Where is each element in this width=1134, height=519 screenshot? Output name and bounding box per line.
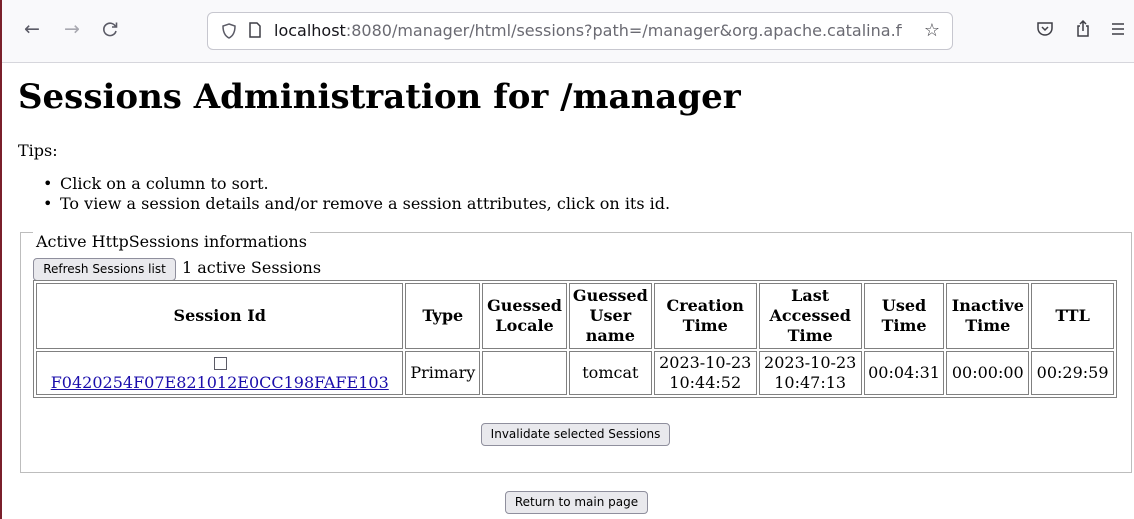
session-id-link[interactable]: F0420254F07E821012E0CC198FAFE103 bbox=[51, 373, 389, 392]
page-title: Sessions Administration for /manager bbox=[18, 77, 741, 117]
shield-icon[interactable] bbox=[221, 23, 237, 39]
session-last-accessed-cell: 2023-10-23 10:47:13 bbox=[758, 351, 862, 395]
window-edge bbox=[0, 0, 2, 519]
session-id-cell: F0420254F07E821012E0CC198FAFE103 bbox=[36, 351, 404, 395]
table-row: F0420254F07E821012E0CC198FAFE103 Primary… bbox=[36, 351, 1114, 395]
sessions-legend: Active HttpSessions informations bbox=[33, 232, 310, 252]
sessions-table: Session Id Type Guessed Locale Guessed Use… bbox=[33, 280, 1117, 398]
return-main-page-button[interactable]: Return to main page bbox=[505, 491, 648, 514]
url-path: :8080/manager/html/sessions?path=/manage… bbox=[345, 21, 902, 40]
session-select-checkbox[interactable] bbox=[214, 357, 228, 370]
col-session-id[interactable]: Session Id bbox=[36, 283, 404, 349]
menu-icon[interactable] bbox=[1108, 19, 1128, 39]
refresh-sessions-button[interactable]: Refresh Sessions list bbox=[33, 258, 176, 281]
col-creation-time[interactable]: Creation Time bbox=[653, 283, 757, 349]
tip-item: To view a session details and/or remove … bbox=[40, 194, 670, 214]
session-inactive-cell: 00:00:00 bbox=[946, 351, 1030, 395]
session-user-cell: tomcat bbox=[568, 351, 652, 395]
url-host: localhost bbox=[274, 21, 346, 40]
table-header-row: Session Id Type Guessed Locale Guessed Use… bbox=[36, 283, 1114, 349]
tip-item: Click on a column to sort. bbox=[40, 174, 670, 194]
col-guessed-locale[interactable]: Guessed Locale bbox=[482, 283, 567, 349]
pocket-icon[interactable] bbox=[1035, 19, 1055, 39]
share-icon[interactable] bbox=[1073, 19, 1093, 39]
session-creation-cell: 2023-10-23 10:44:52 bbox=[653, 351, 757, 395]
url-bar[interactable]: localhost:8080/manager/html/sessions?pat… bbox=[207, 12, 953, 50]
tips-label: Tips: bbox=[18, 141, 58, 160]
active-sessions-count: 1 active Sessions bbox=[182, 258, 322, 277]
bookmark-star-icon[interactable]: ☆ bbox=[924, 21, 940, 41]
col-type[interactable]: Type bbox=[405, 283, 481, 349]
forward-icon[interactable]: → bbox=[60, 17, 84, 41]
session-ttl-cell: 00:29:59 bbox=[1031, 351, 1114, 395]
session-used-cell: 00:04:31 bbox=[863, 351, 945, 395]
reload-icon[interactable] bbox=[98, 17, 122, 41]
url-text[interactable]: localhost:8080/manager/html/sessions?pat… bbox=[274, 21, 902, 41]
col-last-accessed[interactable]: Last Accessed Time bbox=[758, 283, 862, 349]
session-locale-cell bbox=[482, 351, 567, 395]
browser-toolbar: ← → localhost:8080/manager/html/sessions… bbox=[2, 0, 1134, 63]
col-ttl[interactable]: TTL bbox=[1031, 283, 1114, 349]
col-used-time[interactable]: Used Time bbox=[863, 283, 945, 349]
invalidate-sessions-button[interactable]: Invalidate selected Sessions bbox=[481, 423, 670, 446]
page-icon bbox=[249, 22, 261, 38]
back-icon[interactable]: ← bbox=[20, 17, 44, 41]
session-type-cell: Primary bbox=[405, 351, 481, 395]
tips-list: Click on a column to sort. To view a ses… bbox=[40, 174, 670, 214]
col-guessed-user[interactable]: Guessed User name bbox=[568, 283, 652, 349]
col-inactive-time[interactable]: Inactive Time bbox=[946, 283, 1030, 349]
